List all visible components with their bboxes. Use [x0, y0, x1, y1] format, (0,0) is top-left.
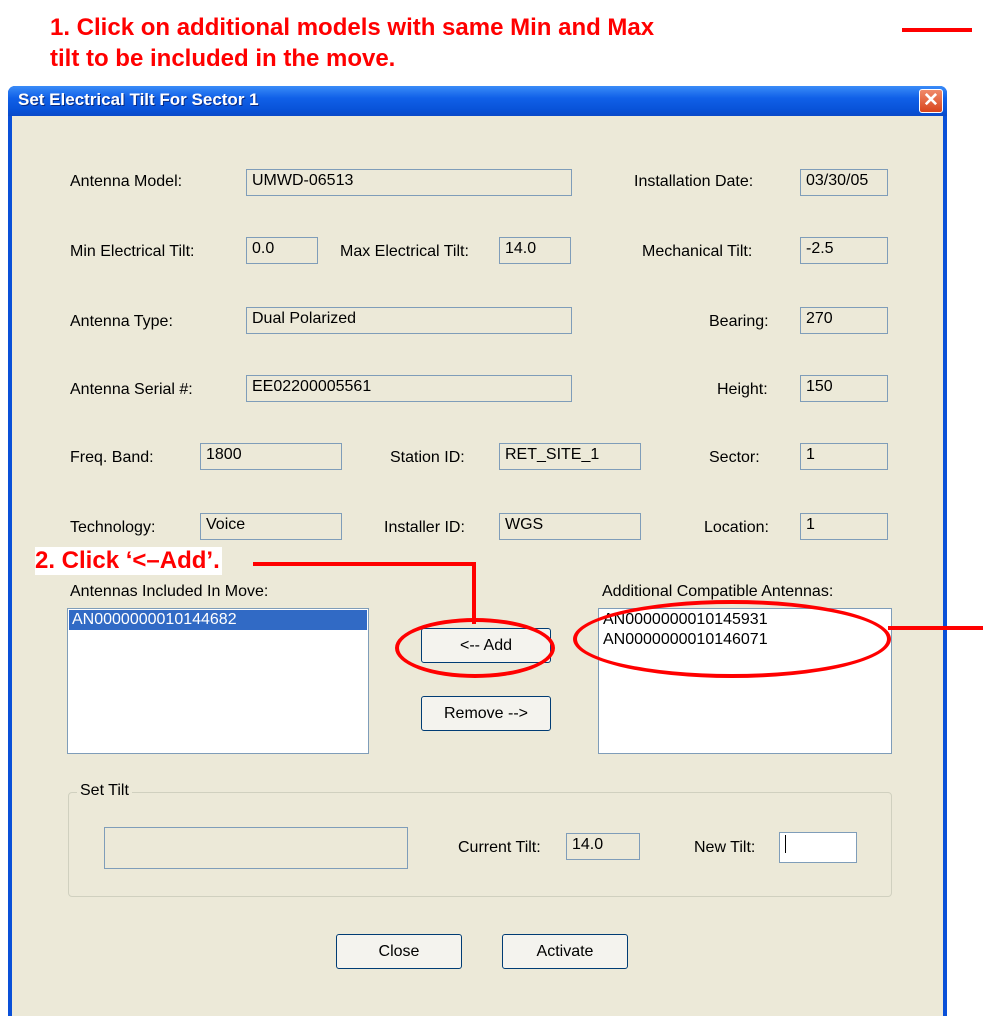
location-label: Location: — [704, 519, 769, 536]
included-antennas-list[interactable]: AN0000000010144682 — [67, 608, 369, 754]
annotation-oval-add-button — [395, 618, 555, 678]
height-label: Height: — [717, 381, 768, 398]
antenna-model-label: Antenna Model: — [70, 173, 183, 190]
installer-id-field: WGS — [499, 513, 641, 540]
sector-field: 1 — [800, 443, 888, 470]
installation-date-label: Installation Date: — [634, 173, 754, 190]
annotation-line-step2-v — [472, 562, 476, 624]
set-tilt-title: Set Tilt — [77, 782, 132, 800]
station-id-label: Station ID: — [390, 449, 465, 466]
text-caret — [785, 835, 786, 853]
activate-button[interactable]: Activate — [502, 934, 628, 969]
close-button[interactable]: Close — [336, 934, 462, 969]
list-item[interactable]: AN0000000010144682 — [69, 610, 367, 630]
serial-field: EE02200005561 — [246, 375, 572, 402]
close-icon[interactable]: ✕ — [919, 89, 943, 113]
annotation-step-2: 2. Click ‘<–Add’. — [35, 547, 222, 575]
annotation-line-step2-h — [253, 562, 476, 566]
antenna-type-label: Antenna Type: — [70, 313, 173, 330]
annotation-line-top — [902, 28, 972, 32]
compatible-list-label: Additional Compatible Antennas: — [602, 583, 834, 600]
title-bar[interactable]: Set Electrical Tilt For Sector 1 ✕ — [8, 86, 947, 116]
height-field: 150 — [800, 375, 888, 402]
freq-band-label: Freq. Band: — [70, 449, 154, 466]
bearing-label: Bearing: — [709, 313, 769, 330]
sector-label: Sector: — [709, 449, 760, 466]
mechanical-tilt-field: -2.5 — [800, 237, 888, 264]
tilt-status-field — [104, 827, 408, 869]
installation-date-field: 03/30/05 — [800, 169, 888, 196]
station-id-field: RET_SITE_1 — [499, 443, 641, 470]
new-tilt-input[interactable] — [779, 832, 857, 863]
annotation-oval-compatible-list — [573, 600, 891, 678]
dialog-title: Set Electrical Tilt For Sector 1 — [18, 90, 259, 109]
max-tilt-field: 14.0 — [499, 237, 571, 264]
technology-field: Voice — [200, 513, 342, 540]
min-tilt-field: 0.0 — [246, 237, 318, 264]
mechanical-tilt-label: Mechanical Tilt: — [642, 243, 753, 260]
current-tilt-field: 14.0 — [566, 833, 640, 860]
installer-id-label: Installer ID: — [384, 519, 465, 536]
new-tilt-label: New Tilt: — [694, 839, 756, 856]
antenna-type-field: Dual Polarized — [246, 307, 572, 334]
remove-button[interactable]: Remove --> — [421, 696, 551, 731]
bearing-field: 270 — [800, 307, 888, 334]
location-field: 1 — [800, 513, 888, 540]
serial-label: Antenna Serial #: — [70, 381, 193, 398]
current-tilt-label: Current Tilt: — [458, 839, 541, 856]
freq-band-field: 1800 — [200, 443, 342, 470]
technology-label: Technology: — [70, 519, 156, 536]
max-tilt-label: Max Electrical Tilt: — [340, 243, 469, 260]
annotation-line-right — [888, 626, 983, 630]
min-tilt-label: Min Electrical Tilt: — [70, 243, 195, 260]
antenna-model-field: UMWD-06513 — [246, 169, 572, 196]
annotation-step-1: 1. Click on additional models with same … — [50, 14, 655, 72]
included-list-label: Antennas Included In Move: — [70, 583, 269, 600]
